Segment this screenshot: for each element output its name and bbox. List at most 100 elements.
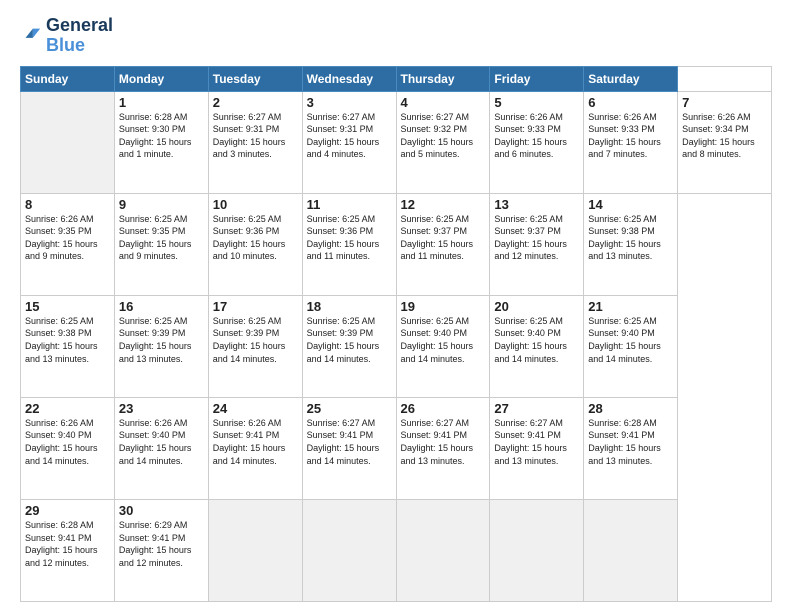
day-info: Sunrise: 6:26 AMSunset: 9:40 PMDaylight:… [25,417,110,467]
day-number: 12 [401,197,486,212]
table-row: 23 Sunrise: 6:26 AMSunset: 9:40 PMDaylig… [114,397,208,499]
table-row: 5 Sunrise: 6:26 AMSunset: 9:33 PMDayligh… [490,91,584,193]
day-number: 13 [494,197,579,212]
day-number: 3 [307,95,392,110]
day-number: 5 [494,95,579,110]
day-number: 2 [213,95,298,110]
day-info: Sunrise: 6:25 AMSunset: 9:36 PMDaylight:… [213,213,298,263]
table-row [584,499,678,601]
day-info: Sunrise: 6:25 AMSunset: 9:40 PMDaylight:… [494,315,579,365]
day-info: Sunrise: 6:27 AMSunset: 9:31 PMDaylight:… [307,111,392,161]
day-number: 10 [213,197,298,212]
col-header-saturday: Saturday [584,66,678,91]
table-row: 15 Sunrise: 6:25 AMSunset: 9:38 PMDaylig… [21,295,115,397]
day-number: 16 [119,299,204,314]
table-row: 25 Sunrise: 6:27 AMSunset: 9:41 PMDaylig… [302,397,396,499]
table-row: 19 Sunrise: 6:25 AMSunset: 9:40 PMDaylig… [396,295,490,397]
table-row: 28 Sunrise: 6:28 AMSunset: 9:41 PMDaylig… [584,397,678,499]
table-row [302,499,396,601]
day-info: Sunrise: 6:26 AMSunset: 9:34 PMDaylight:… [682,111,767,161]
day-number: 30 [119,503,204,518]
day-info: Sunrise: 6:26 AMSunset: 9:33 PMDaylight:… [588,111,673,161]
day-info: Sunrise: 6:28 AMSunset: 9:41 PMDaylight:… [25,519,110,569]
day-number: 22 [25,401,110,416]
table-row: 11 Sunrise: 6:25 AMSunset: 9:36 PMDaylig… [302,193,396,295]
day-number: 23 [119,401,204,416]
header: GeneralBlue [20,16,772,56]
col-header-friday: Friday [490,66,584,91]
day-info: Sunrise: 6:25 AMSunset: 9:39 PMDaylight:… [119,315,204,365]
day-number: 8 [25,197,110,212]
table-row: 6 Sunrise: 6:26 AMSunset: 9:33 PMDayligh… [584,91,678,193]
logo-icon [20,25,42,47]
day-number: 18 [307,299,392,314]
day-info: Sunrise: 6:25 AMSunset: 9:39 PMDaylight:… [213,315,298,365]
day-info: Sunrise: 6:25 AMSunset: 9:37 PMDaylight:… [401,213,486,263]
day-number: 15 [25,299,110,314]
col-header-tuesday: Tuesday [208,66,302,91]
day-info: Sunrise: 6:26 AMSunset: 9:33 PMDaylight:… [494,111,579,161]
day-info: Sunrise: 6:25 AMSunset: 9:40 PMDaylight:… [588,315,673,365]
day-info: Sunrise: 6:27 AMSunset: 9:41 PMDaylight:… [401,417,486,467]
day-number: 9 [119,197,204,212]
day-number: 29 [25,503,110,518]
empty-cell [21,91,115,193]
table-row [396,499,490,601]
table-row: 27 Sunrise: 6:27 AMSunset: 9:41 PMDaylig… [490,397,584,499]
table-row: 21 Sunrise: 6:25 AMSunset: 9:40 PMDaylig… [584,295,678,397]
day-info: Sunrise: 6:27 AMSunset: 9:41 PMDaylight:… [307,417,392,467]
day-number: 4 [401,95,486,110]
table-row [490,499,584,601]
table-row: 12 Sunrise: 6:25 AMSunset: 9:37 PMDaylig… [396,193,490,295]
day-info: Sunrise: 6:25 AMSunset: 9:35 PMDaylight:… [119,213,204,263]
day-number: 14 [588,197,673,212]
day-info: Sunrise: 6:27 AMSunset: 9:32 PMDaylight:… [401,111,486,161]
day-info: Sunrise: 6:25 AMSunset: 9:38 PMDaylight:… [588,213,673,263]
day-number: 1 [119,95,204,110]
day-info: Sunrise: 6:25 AMSunset: 9:38 PMDaylight:… [25,315,110,365]
day-info: Sunrise: 6:27 AMSunset: 9:41 PMDaylight:… [494,417,579,467]
day-number: 21 [588,299,673,314]
table-row: 7 Sunrise: 6:26 AMSunset: 9:34 PMDayligh… [678,91,772,193]
table-row: 29 Sunrise: 6:28 AMSunset: 9:41 PMDaylig… [21,499,115,601]
col-header-wednesday: Wednesday [302,66,396,91]
day-number: 11 [307,197,392,212]
day-info: Sunrise: 6:25 AMSunset: 9:37 PMDaylight:… [494,213,579,263]
day-number: 7 [682,95,767,110]
day-number: 25 [307,401,392,416]
col-header-sunday: Sunday [21,66,115,91]
col-header-thursday: Thursday [396,66,490,91]
day-number: 20 [494,299,579,314]
table-row: 4 Sunrise: 6:27 AMSunset: 9:32 PMDayligh… [396,91,490,193]
day-info: Sunrise: 6:29 AMSunset: 9:41 PMDaylight:… [119,519,204,569]
table-row: 26 Sunrise: 6:27 AMSunset: 9:41 PMDaylig… [396,397,490,499]
table-row: 30 Sunrise: 6:29 AMSunset: 9:41 PMDaylig… [114,499,208,601]
day-number: 19 [401,299,486,314]
day-info: Sunrise: 6:25 AMSunset: 9:36 PMDaylight:… [307,213,392,263]
table-row: 1 Sunrise: 6:28 AMSunset: 9:30 PMDayligh… [114,91,208,193]
day-info: Sunrise: 6:26 AMSunset: 9:41 PMDaylight:… [213,417,298,467]
table-row: 3 Sunrise: 6:27 AMSunset: 9:31 PMDayligh… [302,91,396,193]
table-row: 14 Sunrise: 6:25 AMSunset: 9:38 PMDaylig… [584,193,678,295]
day-number: 26 [401,401,486,416]
table-row [208,499,302,601]
day-info: Sunrise: 6:25 AMSunset: 9:39 PMDaylight:… [307,315,392,365]
day-number: 17 [213,299,298,314]
calendar: SundayMondayTuesdayWednesdayThursdayFrid… [20,66,772,602]
day-info: Sunrise: 6:28 AMSunset: 9:41 PMDaylight:… [588,417,673,467]
table-row: 10 Sunrise: 6:25 AMSunset: 9:36 PMDaylig… [208,193,302,295]
table-row: 9 Sunrise: 6:25 AMSunset: 9:35 PMDayligh… [114,193,208,295]
table-row: 2 Sunrise: 6:27 AMSunset: 9:31 PMDayligh… [208,91,302,193]
day-info: Sunrise: 6:26 AMSunset: 9:40 PMDaylight:… [119,417,204,467]
table-row: 22 Sunrise: 6:26 AMSunset: 9:40 PMDaylig… [21,397,115,499]
day-info: Sunrise: 6:27 AMSunset: 9:31 PMDaylight:… [213,111,298,161]
logo-text: GeneralBlue [46,16,113,56]
day-number: 28 [588,401,673,416]
table-row: 13 Sunrise: 6:25 AMSunset: 9:37 PMDaylig… [490,193,584,295]
table-row: 18 Sunrise: 6:25 AMSunset: 9:39 PMDaylig… [302,295,396,397]
table-row: 8 Sunrise: 6:26 AMSunset: 9:35 PMDayligh… [21,193,115,295]
day-info: Sunrise: 6:28 AMSunset: 9:30 PMDaylight:… [119,111,204,161]
day-number: 6 [588,95,673,110]
logo: GeneralBlue [20,16,113,56]
day-number: 27 [494,401,579,416]
